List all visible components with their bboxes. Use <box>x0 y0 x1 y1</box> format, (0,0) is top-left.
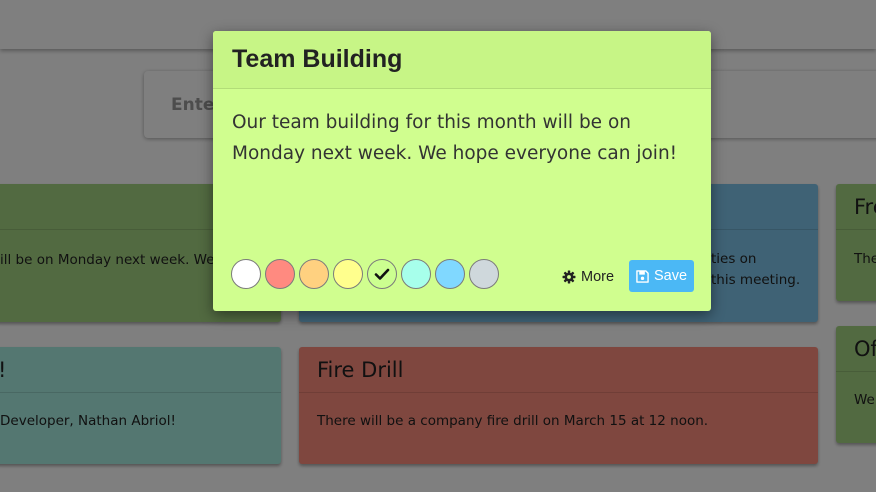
color-swatch-orange[interactable] <box>299 259 329 289</box>
save-button-label: Save <box>653 268 688 284</box>
color-swatch-yellow[interactable] <box>333 259 363 289</box>
color-swatch-gray[interactable] <box>469 259 499 289</box>
modal-title[interactable]: Team Building <box>232 45 402 74</box>
more-button[interactable]: More <box>562 267 614 287</box>
floppy-icon <box>636 269 649 283</box>
color-swatch-teal[interactable] <box>401 259 431 289</box>
gear-icon <box>562 270 576 284</box>
check-icon <box>374 268 390 280</box>
save-button[interactable]: Save <box>629 260 694 292</box>
color-swatch-green[interactable] <box>367 259 397 289</box>
color-swatch-white[interactable] <box>231 259 261 289</box>
color-swatch-red[interactable] <box>265 259 295 289</box>
color-swatch-blue[interactable] <box>435 259 465 289</box>
note-edit-modal: Team Building Our team building for this… <box>213 31 711 311</box>
modal-note-content[interactable]: Our team building for this month will be… <box>232 107 692 169</box>
color-picker <box>231 259 499 291</box>
modal-header: Team Building <box>213 31 711 89</box>
more-button-label: More <box>581 269 615 285</box>
